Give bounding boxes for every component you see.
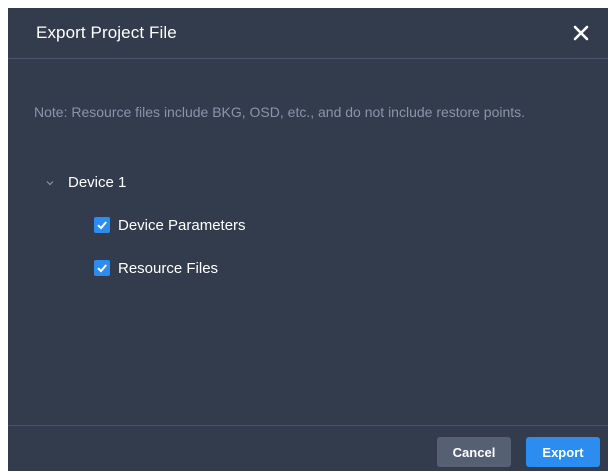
close-button[interactable] <box>570 22 592 44</box>
export-project-dialog: Export Project File Note: Resource files… <box>8 8 608 471</box>
checkmark-icon <box>97 221 107 230</box>
resource-files-checkbox[interactable] <box>94 260 110 276</box>
device-parameters-label: Device Parameters <box>118 216 246 234</box>
dialog-header: Export Project File <box>8 8 608 59</box>
device-parameters-checkbox[interactable] <box>94 217 110 233</box>
checkmark-icon <box>97 264 107 273</box>
close-icon <box>573 25 589 41</box>
option-device-parameters[interactable]: Device Parameters <box>94 214 246 236</box>
tree-toggle-button[interactable] <box>44 176 56 188</box>
export-button[interactable]: Export <box>526 437 600 467</box>
dialog-footer: Cancel Export <box>8 425 608 472</box>
resource-files-label: Resource Files <box>118 259 219 277</box>
option-resource-files[interactable]: Resource Files <box>94 257 218 279</box>
tree-node-device-1: Device 1 <box>44 170 126 194</box>
chevron-down-icon <box>46 181 54 186</box>
dialog-body: Note: Resource files include BKG, OSD, e… <box>8 59 608 425</box>
cancel-button[interactable]: Cancel <box>437 437 511 467</box>
dialog-title: Export Project File <box>36 23 177 42</box>
note-text: Note: Resource files include BKG, OSD, e… <box>34 104 526 120</box>
device-label: Device 1 <box>68 173 127 191</box>
